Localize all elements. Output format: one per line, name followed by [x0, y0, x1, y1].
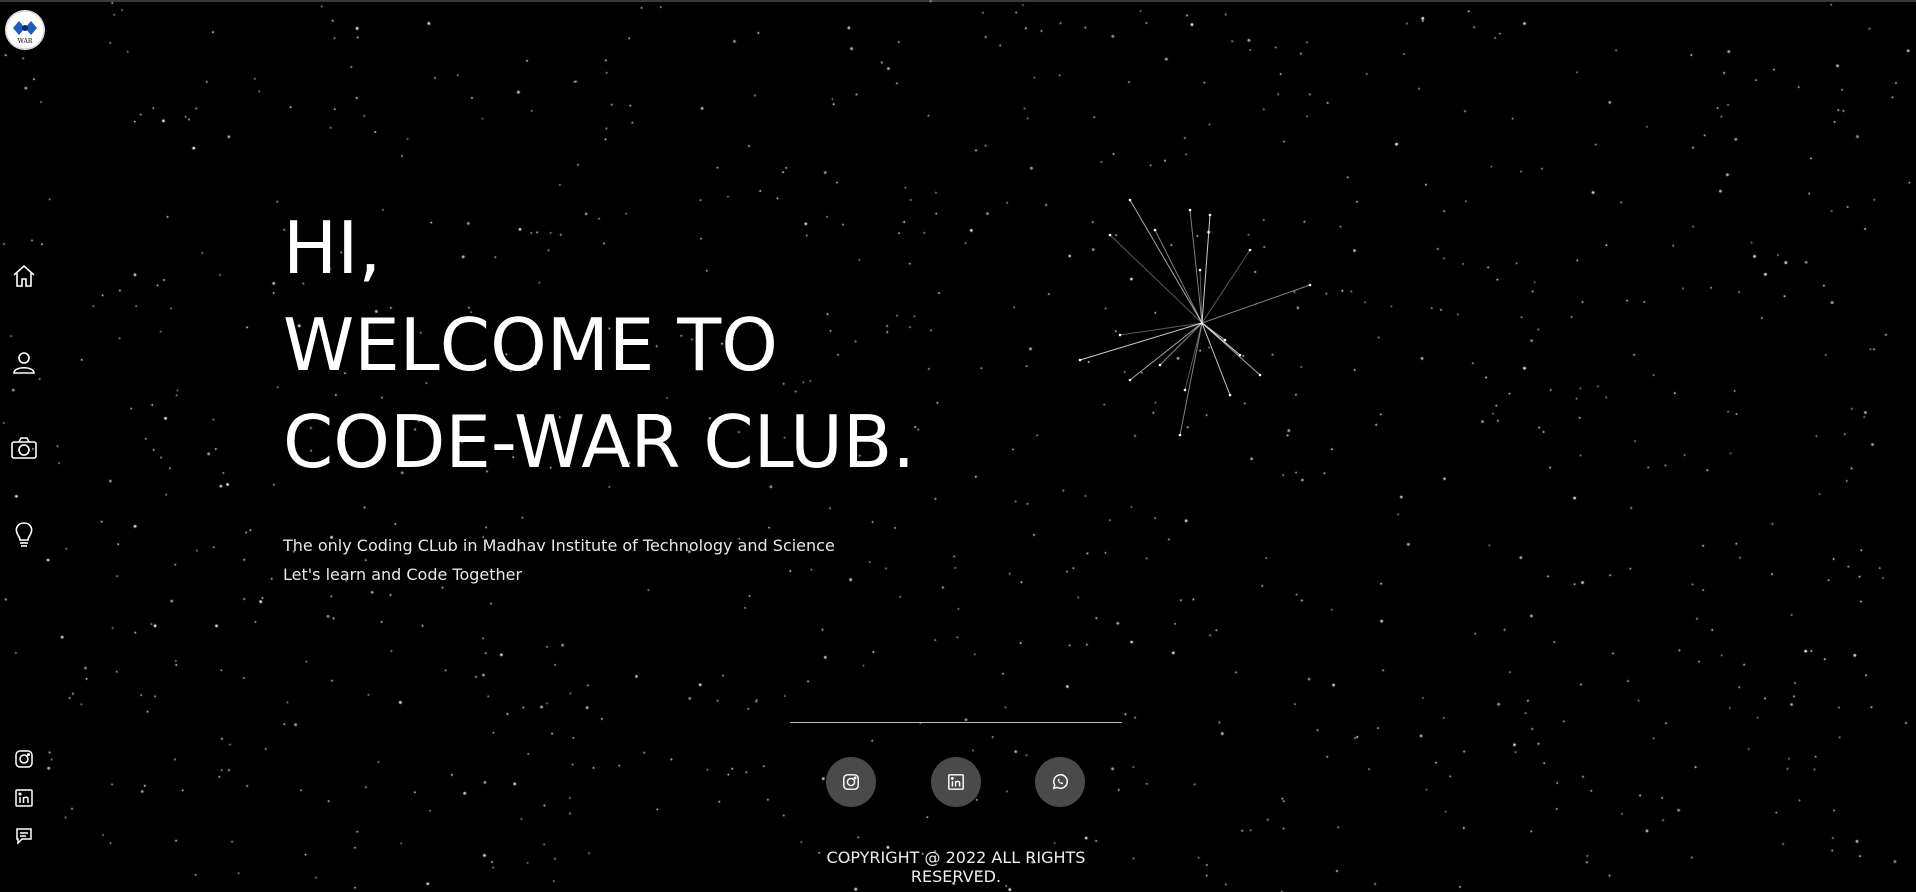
burst-star: [1178, 433, 1182, 437]
user-icon: [13, 352, 35, 374]
hero-line-2: WELCOME TO: [283, 303, 778, 387]
logo-icon: WAR: [5, 10, 45, 50]
side-linkedin-link[interactable]: [14, 788, 34, 808]
lightbulb-icon: [15, 522, 33, 547]
burst-ray: [1179, 322, 1203, 436]
burst-star: [1198, 268, 1202, 272]
hero-heading: HI, WELCOME TO CODE-WAR CLUB.: [283, 200, 915, 491]
hero-line-1: HI,: [283, 206, 382, 290]
chat-icon: [16, 828, 32, 845]
side-chat-link[interactable]: [14, 826, 34, 846]
footer-instagram-button[interactable]: [826, 757, 876, 807]
copyright-text: COPYRIGHT @ 2022 ALL RIGHTS RESERVED.: [826, 848, 1086, 886]
burst-star: [1128, 378, 1132, 382]
burst-star: [1153, 228, 1157, 232]
tagline-line-2: Let's learn and Code Together: [283, 565, 523, 584]
burst-star: [1158, 363, 1162, 367]
home-icon: [13, 264, 35, 287]
burst-star: [1208, 213, 1212, 217]
instagram-icon: [15, 750, 33, 768]
burst-ray: [1109, 234, 1203, 324]
camera-icon: [11, 437, 37, 459]
tagline-line-1: The only Coding CLub in Madhav Institute…: [283, 536, 835, 555]
burst-ray: [1201, 214, 1211, 324]
burst-star: [1238, 353, 1242, 357]
logo-text: WAR: [18, 38, 33, 45]
club-logo[interactable]: WAR: [5, 10, 45, 50]
footer-whatsapp-button[interactable]: [1035, 757, 1085, 807]
burst-star: [1258, 373, 1262, 377]
linkedin-icon: [15, 789, 33, 807]
burst-star: [1248, 248, 1252, 252]
burst-star: [1183, 388, 1187, 392]
nav-gallery-button[interactable]: [10, 434, 38, 462]
hero-line-3: CODE-WAR CLUB.: [283, 400, 916, 484]
linkedin-icon: [948, 774, 964, 790]
whatsapp-icon: [1052, 774, 1068, 790]
burst-ray: [1201, 284, 1311, 324]
burst-ray: [1201, 249, 1251, 324]
hero-tagline: The only Coding CLub in Madhav Institute…: [283, 531, 835, 589]
nav-about-button[interactable]: [10, 348, 38, 376]
nav-home-button[interactable]: [10, 262, 38, 290]
burst-star: [1078, 358, 1082, 362]
burst-star: [1308, 283, 1312, 287]
burst-star: [1188, 208, 1192, 212]
burst-star: [1223, 338, 1227, 342]
burst-ray: [1154, 229, 1203, 324]
footer-divider: [790, 722, 1122, 723]
footer-linkedin-button[interactable]: [931, 757, 981, 807]
burst-star: [1128, 198, 1132, 202]
instagram-icon: [843, 774, 859, 790]
burst-star: [1228, 393, 1232, 397]
star-burst-decoration: [1078, 198, 1312, 437]
side-instagram-link[interactable]: [14, 749, 34, 769]
burst-ray: [1184, 322, 1203, 391]
burst-star: [1118, 333, 1122, 337]
burst-star: [1108, 233, 1112, 237]
nav-ideas-button[interactable]: [10, 520, 38, 548]
